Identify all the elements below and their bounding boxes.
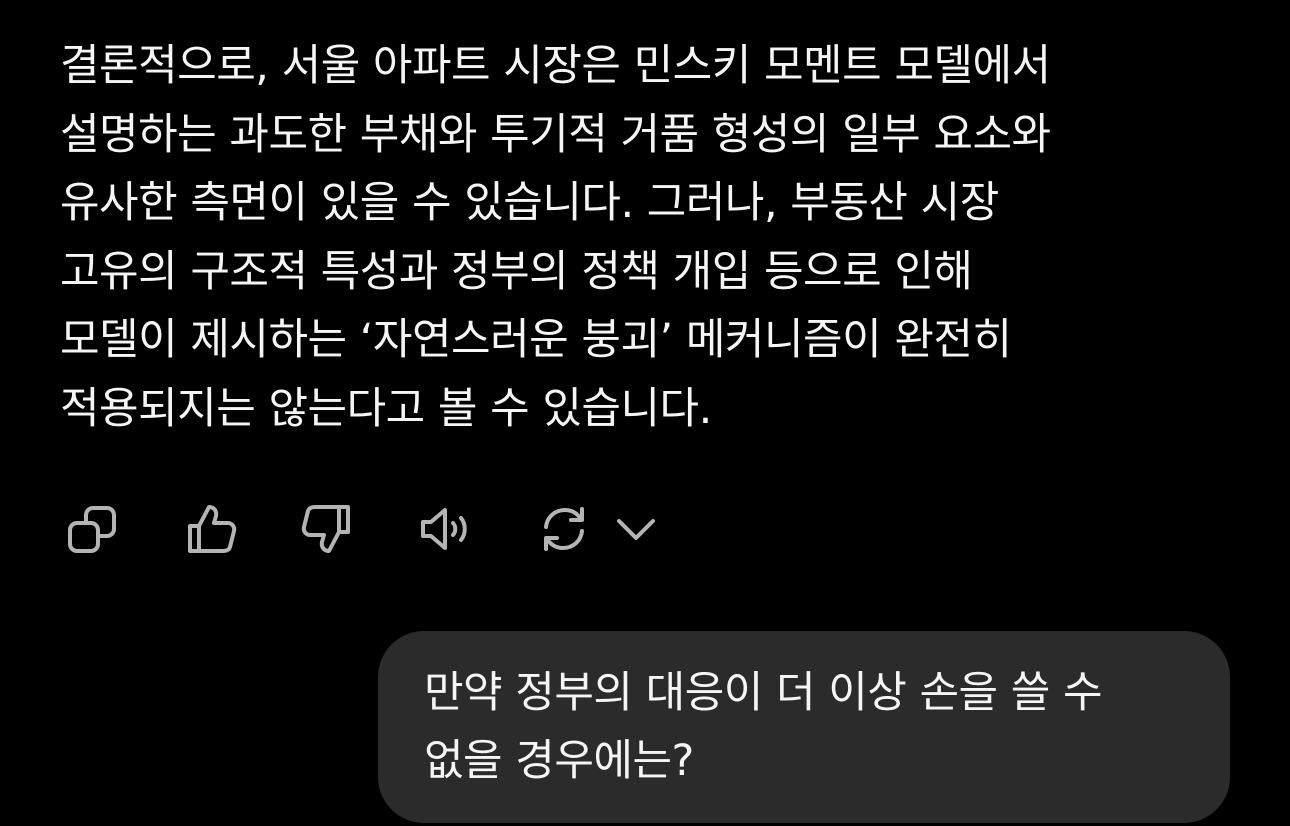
thumbs-up-icon: [188, 505, 237, 553]
model-switch-dropdown[interactable]: [604, 497, 668, 561]
thumbs-down-icon: [301, 505, 350, 553]
regenerate-button[interactable]: [532, 497, 596, 561]
good-response-button[interactable]: [178, 497, 242, 561]
assistant-message-line: 결론적으로, 서울 아파트 시장은 민스키 모멘트 모델에서: [60, 41, 1051, 91]
user-message-line: 없을 경우에는?: [424, 736, 694, 786]
assistant-message-line: 모델이 제시하는 ‘자연스러운 붕괴’ 메커니즘이 완전히: [60, 315, 1012, 365]
assistant-message-line: 고유의 구조적 특성과 정부의 정책 개입 등으로 인해: [60, 246, 973, 297]
assistant-message: 결론적으로, 서울 아파트 시장은 민스키 모멘트 모델에서 설명하는 과도한 …: [60, 32, 1190, 443]
assistant-message-line: 설명하는 과도한 부채와 투기적 거품 형성의 일부 요소와: [60, 109, 1051, 160]
chevron-down-icon: [617, 519, 655, 540]
copy-button[interactable]: [60, 497, 124, 561]
assistant-message-line: 유사한 측면이 있을 수 있습니다. 그러나, 부동산 시장: [60, 178, 999, 228]
user-message-line: 만약 정부의 대응이 더 이상 손을 쓸 수: [424, 668, 1103, 718]
read-aloud-button[interactable]: [414, 497, 478, 561]
read-aloud-icon: [421, 508, 467, 550]
bad-response-button[interactable]: [296, 497, 360, 561]
regenerate-icon: [544, 507, 584, 551]
user-message-bubble: 만약 정부의 대응이 더 이상 손을 쓸 수 없을 경우에는?: [378, 631, 1230, 823]
copy-icon: [68, 506, 116, 553]
assistant-message-line: 적용되지는 않는다고 볼 수 있습니다.: [60, 383, 712, 434]
